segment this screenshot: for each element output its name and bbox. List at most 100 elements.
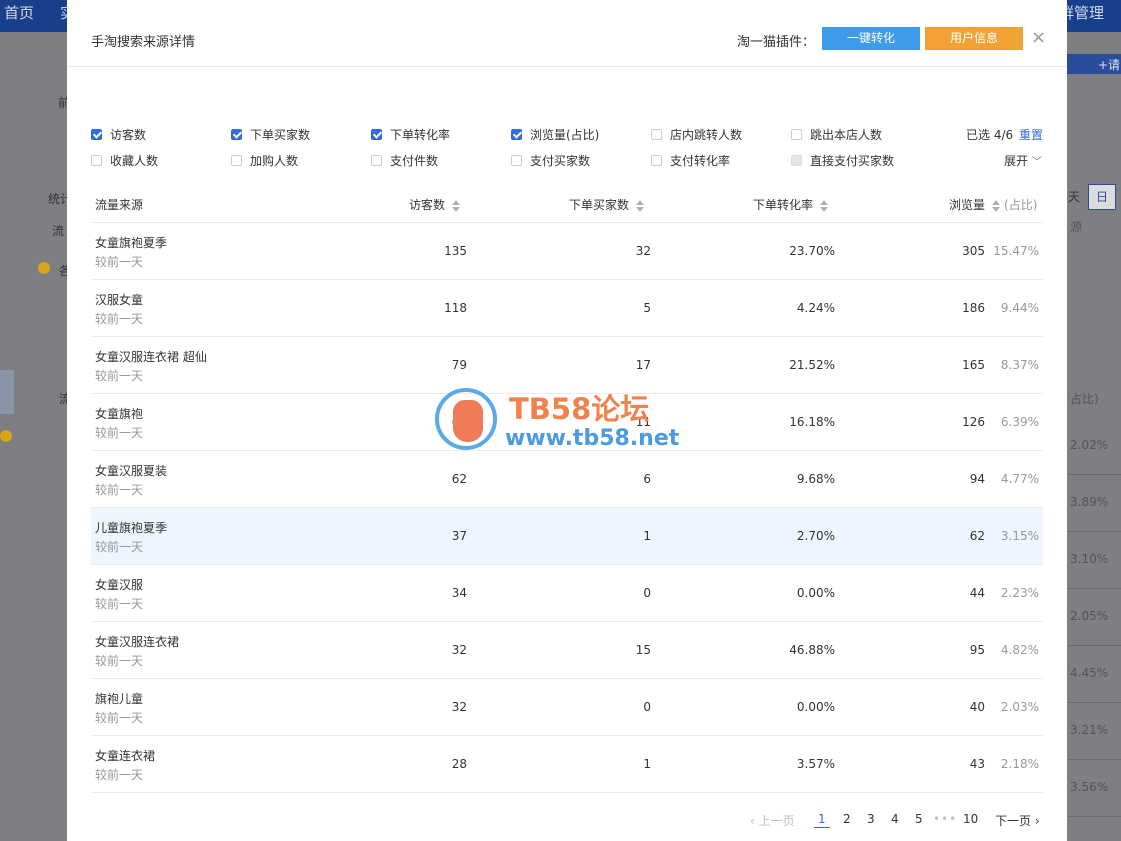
watermark-url: www.tb58.net (505, 426, 680, 451)
background-left-fragment: 流 (52, 224, 65, 238)
table-row[interactable]: 女童汉服夏装 较前一天 62 6 9.68% 94 4.77% (91, 451, 1043, 508)
checkbox[interactable] (371, 154, 382, 166)
filter-row2-2[interactable]: 支付件数 (371, 152, 438, 168)
sort-icon[interactable] (636, 199, 645, 213)
checkbox[interactable] (791, 154, 802, 166)
filter-row1-4[interactable]: 店内跳转人数 (651, 126, 742, 142)
next-page-button[interactable]: 下一页 › (995, 812, 1040, 829)
reset-link[interactable]: 重置 (1019, 126, 1043, 143)
one-click-convert-button[interactable]: 一键转化 (822, 27, 920, 50)
checkbox[interactable] (791, 128, 802, 140)
filter-row1-3[interactable]: 浏览量(占比) (511, 126, 599, 142)
filter-row1-0[interactable]: 访客数 (91, 126, 146, 142)
checkbox[interactable] (511, 128, 522, 140)
user-info-button[interactable]: 用户信息 (925, 27, 1023, 50)
keyword: 女童汉服夏装 (95, 464, 168, 478)
filter-row2-1[interactable]: 加购人数 (231, 152, 298, 168)
visitors-value: 28 (451, 757, 467, 771)
col-conversion-label: 下单转化率 (753, 198, 814, 212)
conversion-value: 16.18% (789, 415, 835, 429)
keyword: 汉服女童 (95, 293, 144, 307)
traffic-source-modal: 手淘搜索来源详情 淘一猫插件： 一键转化 用户信息 × 已选 4/6 重置 展开… (67, 0, 1067, 841)
expand-toggle[interactable]: 展开 ﹀ (1004, 152, 1042, 169)
pageviews-share-value: 9.44% (1000, 301, 1039, 315)
filter-label: 支付买家数 (530, 153, 591, 168)
background-row-divider (1067, 702, 1121, 703)
background-nav-item: 首页 (4, 4, 35, 22)
checkbox[interactable] (231, 154, 242, 166)
page-1[interactable]: 1 (814, 812, 830, 828)
checkbox[interactable] (511, 154, 522, 166)
plugin-label: 淘一猫插件： (737, 35, 816, 50)
sort-icon[interactable] (820, 199, 829, 213)
filter-row1-1[interactable]: 下单买家数 (231, 126, 310, 142)
prev-page-button[interactable]: ‹ 上一页 (750, 812, 795, 829)
col-pageviews[interactable]: 浏览量 (占比) (949, 196, 1037, 213)
compare-label: 较前一天 (95, 483, 144, 497)
table-body: 女童旗袍夏季 较前一天 135 32 23.70% 305 15.47% 汉服女童较前一天 11… (91, 223, 1043, 793)
table-row[interactable]: 汉服女童 较前一天 118 5 4.24% 186 9.44% (91, 280, 1043, 337)
page-3[interactable]: 3 (867, 812, 875, 826)
checkbox[interactable] (91, 154, 102, 166)
filter-row2-3[interactable]: 支付买家数 (511, 152, 590, 168)
filter-label: 支付件数 (390, 153, 439, 168)
checkbox[interactable] (651, 128, 662, 140)
conversion-value: 23.70% (789, 244, 835, 258)
background-day-label: 天 (1068, 190, 1081, 204)
buyers-value: 15 (635, 643, 651, 657)
table-header: 流量来源 访客数 下单买家数 下单转化率 浏览量 (占比) (91, 186, 1043, 223)
pageviews-share-value: 4.77% (1000, 472, 1039, 486)
page-4[interactable]: 4 (891, 812, 899, 826)
filter-label: 下单买家数 (250, 127, 311, 142)
table-row[interactable]: 女童汉服 较前一天 34 0 0.00% 44 2.23% (91, 565, 1043, 622)
compare-label: 较前一天 (95, 369, 144, 383)
close-icon[interactable]: × (1031, 28, 1046, 48)
buyers-value: 0 (643, 586, 651, 600)
visitors-value: 118 (444, 301, 467, 315)
col-pageviews-label: 浏览量 (949, 198, 986, 212)
filter-label: 支付转化率 (670, 153, 731, 168)
page-5[interactable]: 5 (915, 812, 923, 826)
background-share-value: 3.56% (1070, 780, 1109, 794)
pageviews-value: 62 (969, 529, 985, 543)
watermark-title: TB58论坛 (509, 392, 650, 426)
background-share-value: 2.05% (1070, 609, 1109, 623)
keyword: 儿童旗袍夏季 (95, 521, 168, 535)
page-10[interactable]: 10 (963, 812, 978, 826)
filter-row1-2[interactable]: 下单转化率 (371, 126, 450, 142)
col-conversion[interactable]: 下单转化率 (753, 196, 829, 213)
visitors-value: 34 (451, 586, 467, 600)
conversion-value: 4.24% (796, 301, 835, 315)
background-share-value: 2.02% (1070, 438, 1109, 452)
filter-row2-5[interactable]: 直接支付买家数 (791, 152, 894, 168)
table-row[interactable]: 女童连衣裙 较前一天 28 1 3.57% 43 2.18% (91, 736, 1043, 793)
checkbox[interactable] (651, 154, 662, 166)
background-row-divider (1067, 759, 1121, 760)
buyers-value: 6 (643, 472, 651, 486)
pageviews-value: 40 (969, 700, 985, 714)
col-buyers[interactable]: 下单买家数 (569, 196, 645, 213)
col-visitors-label: 访客数 (409, 198, 446, 212)
visitors-value: 32 (451, 700, 467, 714)
expand-label: 展开 (1004, 154, 1029, 168)
table-row[interactable]: 儿童旗袍夏季 较前一天 37 1 2.70% 62 3.15% (91, 508, 1043, 565)
background-share-value: 3.21% (1070, 723, 1109, 737)
filter-row2-4[interactable]: 支付转化率 (651, 152, 730, 168)
page-2[interactable]: 2 (843, 812, 851, 826)
filter-row2-0[interactable]: 收藏人数 (91, 152, 158, 168)
checkbox[interactable] (91, 128, 102, 140)
col-visitors[interactable]: 访客数 (409, 196, 461, 213)
background-warning-icon (38, 262, 50, 274)
table-row[interactable]: 旗袍儿童 较前一天 32 0 0.00% 40 2.03% (91, 679, 1043, 736)
background-row-divider (1067, 816, 1121, 817)
sort-icon[interactable] (452, 199, 461, 213)
checkbox[interactable] (231, 128, 242, 140)
pagination-ellipsis[interactable]: ••• (933, 812, 957, 826)
pageviews-value: 186 (962, 301, 985, 315)
filter-row1-5[interactable]: 跳出本店人数 (791, 126, 882, 142)
table-row[interactable]: 女童旗袍夏季 较前一天 135 32 23.70% 305 15.47% (91, 223, 1043, 280)
table-row[interactable]: 女童汉服连衣裙 较前一天 32 15 46.88% 95 4.82% (91, 622, 1043, 679)
checkbox[interactable] (371, 128, 382, 140)
sort-icon[interactable] (992, 199, 1001, 213)
conversion-value: 3.57% (796, 757, 835, 771)
